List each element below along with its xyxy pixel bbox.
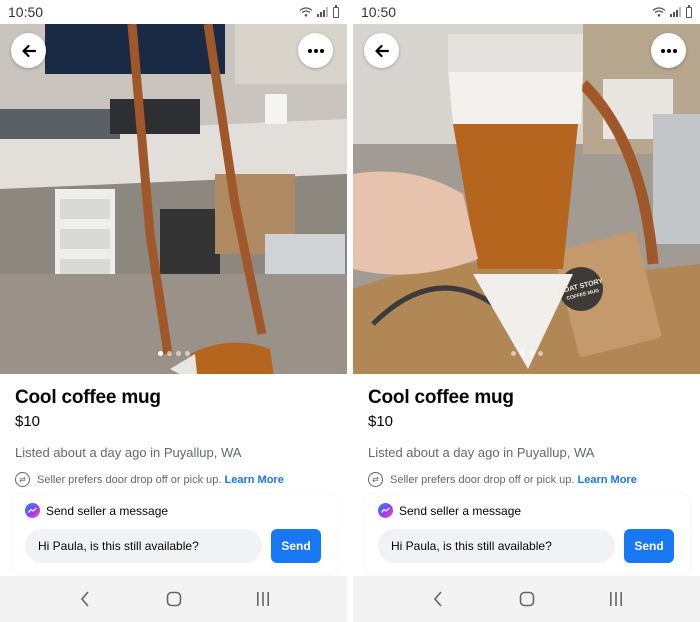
listing-title: Cool coffee mug [368, 387, 514, 408]
carousel-dot[interactable] [184, 351, 190, 356]
more-horizontal-icon [307, 48, 324, 53]
nav-home-button[interactable] [517, 589, 537, 609]
wifi-icon [299, 7, 313, 17]
listing-details: Cool coffee mug $10 Listed about a day a… [353, 374, 700, 487]
back-button[interactable] [364, 33, 399, 68]
nav-recents-button[interactable] [606, 589, 626, 609]
battery-icon [333, 4, 339, 18]
message-seller-card: Send seller a message Hi Paula, is this … [365, 494, 690, 574]
swap-icon: ⇄ [368, 472, 383, 487]
message-input[interactable]: Hi Paula, is this still available? [378, 529, 615, 563]
status-bar: 10:50 [353, 0, 700, 24]
swap-icon: ⇄ [15, 472, 30, 487]
preference-text: Seller prefers door drop off or pick up. [390, 473, 575, 486]
carousel-dot[interactable] [175, 351, 181, 356]
carousel-dot[interactable] [528, 351, 534, 356]
recents-icon [609, 592, 622, 606]
home-icon [166, 591, 181, 607]
nav-recents-button[interactable] [253, 589, 273, 609]
chevron-left-icon [433, 591, 442, 607]
status-icons [299, 4, 339, 18]
signal-icon [670, 7, 681, 17]
status-time: 10:50 [8, 4, 44, 20]
messenger-icon [378, 503, 393, 518]
send-button[interactable]: Send [271, 529, 321, 563]
learn-more-link[interactable]: Learn More [578, 474, 637, 486]
arrow-left-icon [21, 44, 36, 57]
signal-icon [317, 7, 328, 17]
listing-title: Cool coffee mug [15, 387, 161, 408]
delivery-preference: ⇄ Seller prefers door drop off or pick u… [15, 472, 332, 487]
carousel-dot[interactable] [166, 351, 172, 356]
phone-screen-right: 10:50 GOAT STORY COFFEE MUG Cool coffee … [353, 0, 700, 622]
listing-price: $10 [15, 413, 41, 430]
more-options-button[interactable] [298, 33, 333, 68]
listing-meta: Listed about a day ago in Puyallup, WA [15, 445, 242, 460]
back-button[interactable] [11, 33, 46, 68]
wifi-icon [652, 7, 666, 17]
system-navbar [0, 576, 347, 622]
page: 10:50 Cool coffee mug $10 Listed about a… [0, 0, 700, 622]
listing-meta: Listed about a day ago in Puyallup, WA [368, 445, 595, 460]
battery-icon [686, 4, 692, 18]
more-horizontal-icon [660, 48, 677, 53]
listing-price: $10 [368, 413, 394, 430]
message-heading: Send seller a message [12, 494, 337, 518]
send-button[interactable]: Send [624, 529, 674, 563]
nav-back-button[interactable] [75, 589, 95, 609]
messenger-icon [25, 503, 40, 518]
listing-photo[interactable] [0, 24, 347, 374]
carousel-dot[interactable] [519, 351, 525, 356]
nav-back-button[interactable] [428, 589, 448, 609]
status-bar: 10:50 [0, 0, 347, 24]
carousel-indicator [510, 351, 543, 356]
status-icons [652, 4, 692, 18]
nav-home-button[interactable] [164, 589, 184, 609]
carousel-indicator [157, 351, 190, 356]
home-icon [519, 591, 534, 607]
office-scene-image [0, 24, 347, 374]
message-input[interactable]: Hi Paula, is this still available? [25, 529, 262, 563]
carousel-dot[interactable] [537, 351, 543, 356]
message-row: Hi Paula, is this still available? Send [12, 518, 337, 563]
chevron-left-icon [80, 591, 89, 607]
delivery-preference: ⇄ Seller prefers door drop off or pick u… [368, 472, 685, 487]
carousel-dot[interactable] [157, 351, 163, 356]
message-heading-label: Send seller a message [46, 503, 169, 518]
preference-text: Seller prefers door drop off or pick up. [37, 473, 222, 486]
more-options-button[interactable] [651, 33, 686, 68]
message-row: Hi Paula, is this still available? Send [365, 518, 690, 563]
listing-details: Cool coffee mug $10 Listed about a day a… [0, 374, 347, 487]
learn-more-link[interactable]: Learn More [225, 474, 284, 486]
status-time: 10:50 [361, 4, 397, 20]
mug-closeup-image [353, 24, 700, 374]
system-navbar [353, 576, 700, 622]
message-seller-card: Send seller a message Hi Paula, is this … [12, 494, 337, 574]
arrow-left-icon [374, 44, 389, 57]
carousel-dot[interactable] [510, 351, 516, 356]
message-heading-label: Send seller a message [399, 503, 522, 518]
recents-icon [256, 592, 269, 606]
listing-photo[interactable]: GOAT STORY COFFEE MUG [353, 24, 700, 374]
phone-screen-left: 10:50 Cool coffee mug $10 Listed about a… [0, 0, 347, 622]
message-heading: Send seller a message [365, 494, 690, 518]
